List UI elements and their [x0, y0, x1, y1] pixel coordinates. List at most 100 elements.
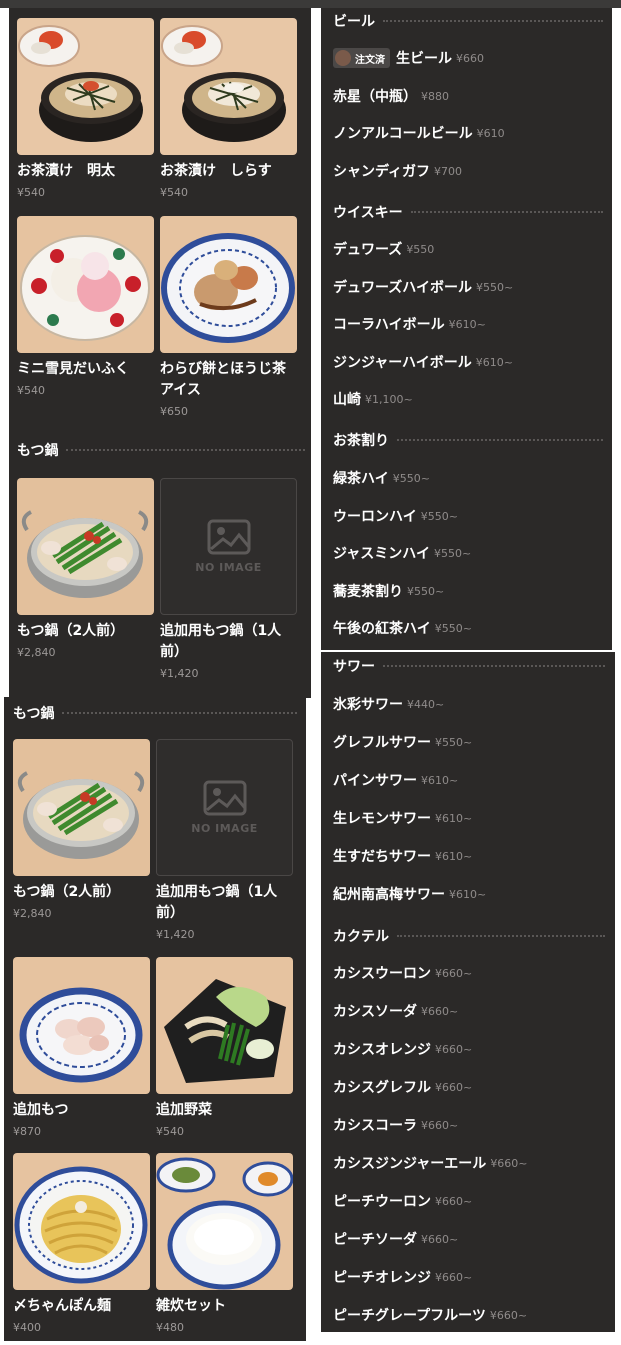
drink-item-row[interactable]: ピーチソーダ ¥660~ [333, 1228, 607, 1250]
drink-item-row[interactable]: カシスグレフル ¥660~ [333, 1076, 607, 1098]
drink-item-row[interactable]: パインサワー ¥610~ [333, 769, 607, 791]
menu-item-card[interactable]: NO IMAGE 追加用もつ鍋（1人前） ¥1,420 [160, 478, 297, 680]
section-title: サワー [333, 659, 375, 675]
drink-item-row[interactable]: 氷彩サワー ¥440~ [333, 693, 607, 715]
drink-item-name: カシスジンジャーエール [333, 1156, 487, 1172]
section-divider [66, 449, 305, 451]
drink-item-price: ¥660~ [490, 1156, 528, 1170]
drink-item-row[interactable]: ジンジャーハイボール ¥610~ [333, 351, 604, 373]
drink-item-row[interactable]: カシスオレンジ ¥660~ [333, 1038, 607, 1060]
ordered-badge: 注文済 [333, 48, 390, 68]
drink-item-row[interactable]: ピーチオレンジ ¥660~ [333, 1266, 607, 1288]
section-header-cocktail: カクテル [333, 926, 605, 946]
drink-item-name: カシスコーラ [333, 1118, 417, 1134]
drink-item-name: 午後の紅茶ハイ [333, 621, 431, 637]
drink-item-row[interactable]: デュワーズ ¥550 [333, 238, 604, 260]
menu-item-card[interactable]: 〆ちゃんぽん麺 ¥400 [13, 1153, 150, 1334]
section-header-motsunabe: もつ鍋 [13, 703, 297, 723]
champon-noodles-photo [13, 1153, 150, 1290]
drink-item-price: ¥550 [406, 242, 435, 256]
section-divider [383, 20, 603, 22]
drink-item-row[interactable]: ピーチグレープフルーツ ¥660~ [333, 1304, 607, 1326]
menu-item-name: 追加もつ [13, 1102, 69, 1118]
drink-item-row[interactable]: 生すだちサワー ¥610~ [333, 845, 607, 867]
food-menu-panel-top: お茶漬け 明太 ¥540 お茶漬け しらす ¥540 ミニ雪見だいふく ¥540… [9, 8, 311, 698]
menu-item-card[interactable]: NO IMAGE 追加用もつ鍋（1人前） ¥1,420 [156, 739, 293, 941]
drink-item-price: ¥660~ [421, 1004, 459, 1018]
section-header-whisky: ウイスキー [333, 202, 603, 222]
menu-item-card[interactable]: もつ鍋（2人前） ¥2,840 [17, 478, 154, 659]
drink-item-row[interactable]: カシスウーロン ¥660~ [333, 962, 607, 984]
drink-item-name: ジャスミンハイ [333, 546, 431, 562]
drink-item-row[interactable]: 生レモンサワー ¥610~ [333, 807, 607, 829]
drink-item-row[interactable]: 赤星（中瓶） ¥880 [333, 85, 604, 107]
drink-item-name: カシスグレフル [333, 1080, 431, 1096]
menu-item-card[interactable]: 追加もつ ¥870 [13, 957, 150, 1138]
drink-item-row[interactable]: カシスジンジャーエール ¥660~ [333, 1152, 607, 1174]
zosui-set-photo [156, 1153, 293, 1290]
menu-item-card[interactable]: 追加野菜 ¥540 [156, 957, 293, 1138]
drink-item-row[interactable]: ジャスミンハイ ¥550~ [333, 542, 604, 564]
section-divider [62, 712, 297, 714]
drink-item-row[interactable]: コーラハイボール ¥610~ [333, 313, 604, 335]
drink-item-name: ウーロンハイ [333, 509, 417, 525]
drink-item-row[interactable]: ピーチウーロン ¥660~ [333, 1190, 607, 1212]
extra-vegetables-photo [156, 957, 293, 1094]
section-divider [410, 211, 603, 213]
drink-item-row[interactable]: グレフルサワー ¥550~ [333, 731, 607, 753]
drink-item-name: ピーチオレンジ [333, 1270, 431, 1286]
drink-item-row[interactable]: デュワーズハイボール ¥550~ [333, 276, 604, 298]
menu-item-card[interactable]: お茶漬け しらす ¥540 [160, 18, 297, 199]
drink-item-price: ¥610~ [475, 355, 513, 369]
menu-item-price: ¥400 [13, 1321, 41, 1334]
section-header-beer: ビール [333, 11, 603, 31]
menu-item-card[interactable]: 雑炊セット ¥480 [156, 1153, 293, 1334]
menu-item-name: 追加野菜 [156, 1102, 212, 1118]
section-divider [397, 935, 605, 937]
section-title: カクテル [333, 929, 389, 945]
drink-item-name: デュワーズ [333, 242, 403, 258]
motsunabe-photo [17, 478, 154, 615]
drink-item-price: ¥660~ [489, 1308, 528, 1322]
drink-item-price: ¥700 [434, 164, 463, 178]
menu-item-card[interactable]: ミニ雪見だいふく ¥540 [17, 216, 154, 397]
menu-item-card[interactable]: お茶漬け 明太 ¥540 [17, 18, 154, 199]
menu-item-price: ¥1,420 [160, 667, 199, 680]
menu-item-price: ¥1,420 [156, 928, 195, 941]
drink-item-row[interactable]: 午後の紅茶ハイ ¥550~ [333, 617, 604, 639]
drinks-menu-panel-top: ビール 注文済 生ビール ¥660 赤星（中瓶） ¥880 ノンアルコールビール… [321, 8, 612, 650]
drink-item-price: ¥660~ [421, 1232, 459, 1246]
drink-item-row[interactable]: 紀州南高梅サワー ¥610~ [333, 883, 607, 905]
drink-item-name: 生ビール [396, 51, 452, 67]
drink-item-name: シャンディガフ [333, 164, 431, 180]
drink-item-row[interactable]: ウーロンハイ ¥550~ [333, 505, 604, 527]
menu-item-name: お茶漬け 明太 [17, 163, 115, 179]
drink-item-row[interactable]: ノンアルコールビール ¥610 [333, 122, 604, 144]
drink-item-name: 蕎麦茶割り [333, 584, 403, 600]
drink-item-row[interactable]: 注文済 生ビール ¥660 [333, 47, 604, 69]
drink-item-row[interactable]: 山崎 ¥1,100~ [333, 388, 604, 410]
drink-item-row[interactable]: カシスコーラ ¥660~ [333, 1114, 607, 1136]
menu-item-card[interactable]: もつ鍋（2人前） ¥2,840 [13, 739, 150, 920]
no-image-placeholder: NO IMAGE [160, 478, 297, 615]
extra-motsu-photo [13, 957, 150, 1094]
menu-item-price: ¥2,840 [13, 907, 52, 920]
drink-item-row[interactable]: シャンディガフ ¥700 [333, 160, 604, 182]
drink-item-row[interactable]: 蕎麦茶割り ¥550~ [333, 580, 604, 602]
drink-item-row[interactable]: カシスソーダ ¥660~ [333, 1000, 607, 1022]
no-image-label: NO IMAGE [195, 561, 262, 574]
drink-item-price: ¥610~ [421, 773, 459, 787]
drink-item-row[interactable]: 緑茶ハイ ¥550~ [333, 467, 604, 489]
drink-item-name: 紀州南高梅サワー [333, 887, 445, 903]
ochazuke-shirasu-photo [160, 18, 297, 155]
drink-item-name: ピーチウーロン [333, 1194, 431, 1210]
no-image-label: NO IMAGE [191, 822, 258, 835]
menu-item-price: ¥650 [160, 405, 188, 418]
drink-item-price: ¥660~ [421, 1118, 459, 1132]
menu-item-price: ¥540 [17, 186, 45, 199]
drink-item-name: カシスオレンジ [333, 1042, 431, 1058]
drink-item-price: ¥440~ [407, 697, 445, 711]
menu-item-card[interactable]: わらび餅とほうじ茶アイス ¥650 [160, 216, 297, 418]
user-avatar-icon [335, 50, 351, 66]
drink-item-name: 山崎 [333, 392, 361, 408]
